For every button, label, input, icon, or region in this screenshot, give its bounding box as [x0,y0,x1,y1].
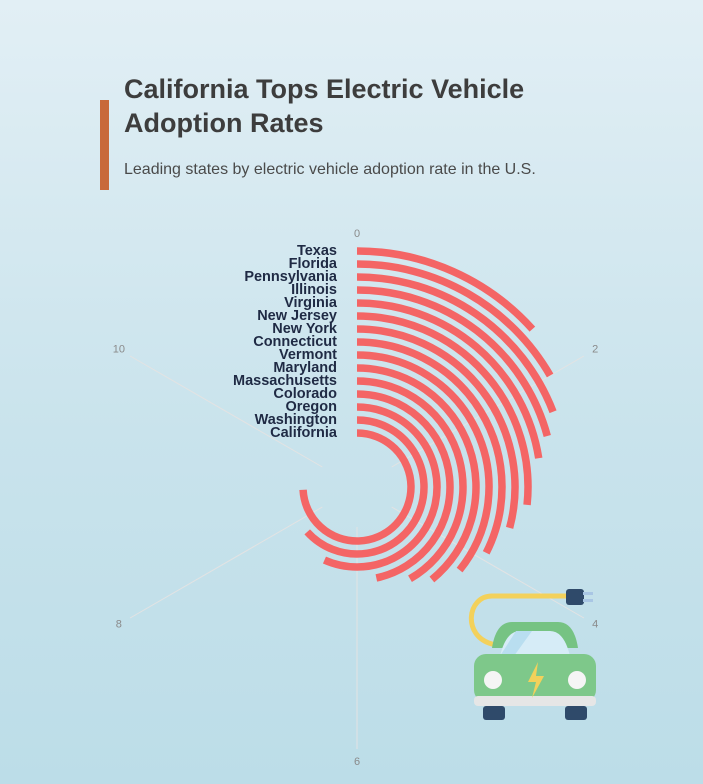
tick-label-6: 6 [354,756,360,768]
gridline-8 [129,506,323,619]
bar-oregon[interactable] [322,403,441,571]
tick-label-8: 8 [116,618,122,630]
tick-label-2: 2 [592,343,598,355]
bar-california[interactable] [299,429,415,545]
tick-label-10: 10 [113,343,125,355]
radial-bars [299,247,557,583]
state-labels: TexasFloridaPennsylvaniaIllinoisVirginia… [233,243,338,441]
tick-label-0: 0 [354,228,360,240]
state-label-california: California [270,425,338,441]
electric-car-icon [468,589,596,720]
